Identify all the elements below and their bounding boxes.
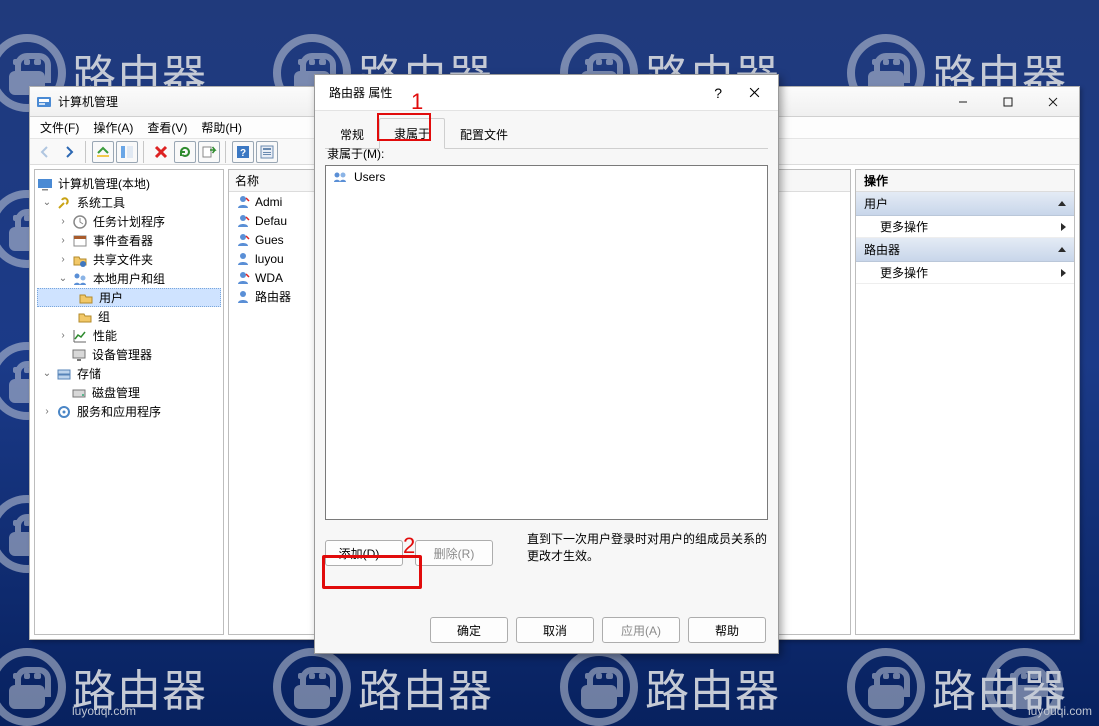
tree-disk-management[interactable]: 磁盘管理 xyxy=(90,384,142,401)
member-of-label: 隶属于(M): xyxy=(327,145,766,162)
storage-icon xyxy=(56,366,72,382)
user-icon xyxy=(235,289,251,305)
minimize-button[interactable] xyxy=(940,87,985,116)
up-icon[interactable] xyxy=(92,141,114,163)
folder-icon xyxy=(77,309,93,325)
users-groups-icon xyxy=(72,271,88,287)
expand-icon[interactable]: › xyxy=(57,330,69,341)
shared-folder-icon xyxy=(72,252,88,268)
app-icon xyxy=(36,94,52,110)
actions-section-users[interactable]: 用户 xyxy=(856,192,1074,216)
add-button[interactable]: 添加(D)... xyxy=(325,540,403,566)
dialog-title: 路由器 属性 xyxy=(321,84,702,101)
expand-icon[interactable]: › xyxy=(41,406,53,417)
apply-button[interactable]: 应用(A) xyxy=(602,617,680,643)
disk-icon xyxy=(71,385,87,401)
remove-button[interactable]: 删除(R) xyxy=(415,540,493,566)
tree-groups[interactable]: 组 xyxy=(96,308,112,325)
delete-icon[interactable] xyxy=(150,141,172,163)
tree-device-manager[interactable]: 设备管理器 xyxy=(90,346,154,363)
performance-icon xyxy=(72,328,88,344)
chevron-right-icon xyxy=(1061,223,1066,231)
tree-performance[interactable]: 性能 xyxy=(91,327,119,344)
actions-more-router[interactable]: 更多操作 xyxy=(856,262,1074,284)
help-button[interactable]: 帮助 xyxy=(688,617,766,643)
collapse-icon[interactable]: ⌄ xyxy=(41,197,53,208)
refresh-icon[interactable] xyxy=(174,141,196,163)
tree-task-scheduler[interactable]: 任务计划程序 xyxy=(91,213,167,230)
help-button[interactable]: ? xyxy=(702,85,734,101)
watermark-text: 路由器 xyxy=(358,655,493,719)
membership-note: 直到下一次用户登录时对用户的组成员关系的更改才生效。 xyxy=(527,530,768,564)
tree-services[interactable]: 服务和应用程序 xyxy=(75,403,163,420)
group-icon xyxy=(332,169,348,185)
collapse-icon[interactable]: ⌄ xyxy=(41,368,53,379)
member-of-listbox[interactable]: Users xyxy=(325,165,768,520)
tree-users[interactable]: 用户 xyxy=(97,289,125,306)
menu-view[interactable]: 查看(V) xyxy=(141,117,193,138)
help-icon[interactable]: ? xyxy=(232,141,254,163)
computer-icon xyxy=(37,176,53,192)
properties-icon[interactable] xyxy=(256,141,278,163)
maximize-button[interactable] xyxy=(985,87,1030,116)
expand-icon[interactable]: › xyxy=(57,216,69,227)
cancel-button[interactable]: 取消 xyxy=(516,617,594,643)
close-button[interactable] xyxy=(734,87,774,98)
user-icon xyxy=(235,270,251,286)
chevron-right-icon xyxy=(1061,269,1066,277)
folder-icon xyxy=(78,290,94,306)
properties-dialog: 路由器 属性 ? 常规 隶属于 配置文件 隶属于(M): Users 直到下一次… xyxy=(314,74,779,654)
forward-icon[interactable] xyxy=(58,141,80,163)
close-button[interactable] xyxy=(1030,87,1075,116)
tree-system-tools[interactable]: 系统工具 xyxy=(75,194,127,211)
services-icon xyxy=(56,404,72,420)
tree-event-viewer[interactable]: 事件查看器 xyxy=(91,232,155,249)
user-icon xyxy=(235,232,251,248)
ok-button[interactable]: 确定 xyxy=(430,617,508,643)
collapse-icon xyxy=(1058,201,1066,206)
watermark-sub: luyouqi.com xyxy=(72,704,136,718)
tree-storage[interactable]: 存储 xyxy=(75,365,103,382)
watermark-text: 路由器 xyxy=(645,655,780,719)
actions-more-users[interactable]: 更多操作 xyxy=(856,216,1074,238)
user-icon xyxy=(235,194,251,210)
back-icon[interactable] xyxy=(34,141,56,163)
menu-help[interactable]: 帮助(H) xyxy=(195,117,248,138)
actions-header: 操作 xyxy=(856,170,1074,192)
collapse-icon xyxy=(1058,247,1066,252)
actions-pane: 操作 用户 更多操作 路由器 更多操作 xyxy=(855,169,1075,635)
clock-icon xyxy=(72,214,88,230)
list-item[interactable]: Users xyxy=(328,168,765,186)
export-icon[interactable] xyxy=(198,141,220,163)
tree-local-users[interactable]: 本地用户和组 xyxy=(91,270,167,287)
menu-action[interactable]: 操作(A) xyxy=(87,117,139,138)
expand-icon[interactable]: › xyxy=(57,235,69,246)
event-icon xyxy=(72,233,88,249)
collapse-icon[interactable]: ⌄ xyxy=(57,273,69,284)
device-manager-icon xyxy=(71,347,87,363)
tools-icon xyxy=(56,195,72,211)
menu-file[interactable]: 文件(F) xyxy=(34,117,85,138)
tree-shared-folders[interactable]: 共享文件夹 xyxy=(91,251,155,268)
show-hide-tree-icon[interactable] xyxy=(116,141,138,163)
tree-root[interactable]: 计算机管理(本地) xyxy=(56,175,152,192)
watermark-sub: luyouqi.com xyxy=(1028,704,1092,718)
dialog-titlebar[interactable]: 路由器 属性 ? xyxy=(315,75,778,111)
svg-text:?: ? xyxy=(240,148,246,159)
actions-section-router[interactable]: 路由器 xyxy=(856,238,1074,262)
navigation-tree[interactable]: 计算机管理(本地) ⌄ 系统工具 › 任务计划程序 › 事件查看器 › 共享文件夹 ⌄ 本… xyxy=(34,169,224,635)
expand-icon[interactable]: › xyxy=(57,254,69,265)
user-icon xyxy=(235,213,251,229)
user-icon xyxy=(235,251,251,267)
